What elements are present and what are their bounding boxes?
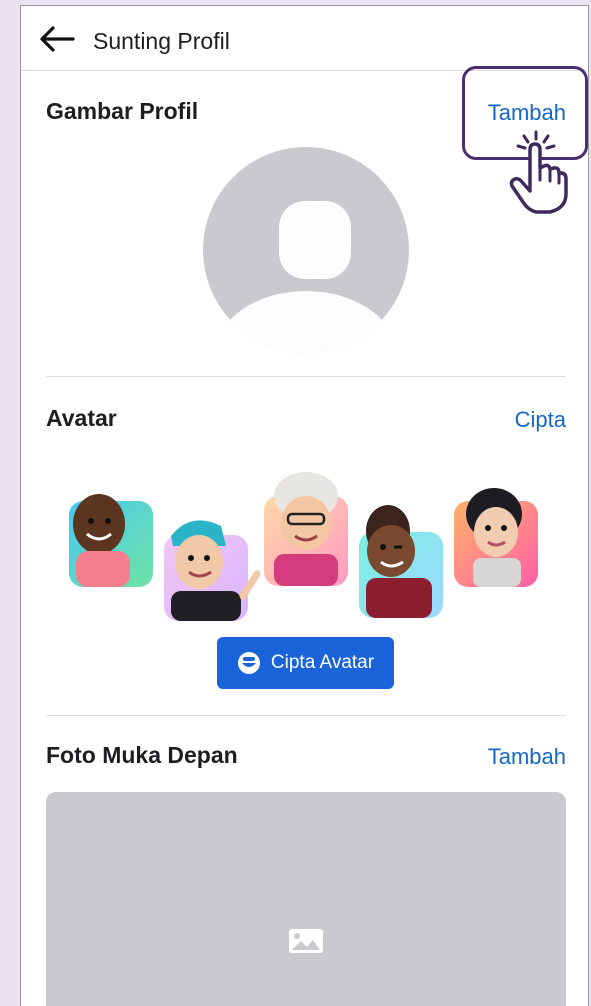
avatar-1: [69, 494, 153, 587]
create-avatar-button-label: Cipta Avatar: [270, 652, 375, 673]
avatar-2: [164, 520, 261, 621]
tap-hand-icon: [509, 130, 568, 214]
image-icon: [289, 929, 323, 953]
avatar-5: [454, 488, 538, 587]
avatar-icon: [237, 652, 260, 674]
create-avatar-button[interactable]: Cipta Avatar: [217, 637, 394, 689]
front-photo-placeholder[interactable]: [46, 792, 566, 1006]
avatar-3: [264, 472, 348, 586]
add-front-photo-link[interactable]: Tambah: [488, 744, 566, 770]
divider: [46, 715, 566, 716]
front-photo-title: Foto Muka Depan: [46, 742, 238, 768]
avatar-4: [359, 505, 443, 618]
